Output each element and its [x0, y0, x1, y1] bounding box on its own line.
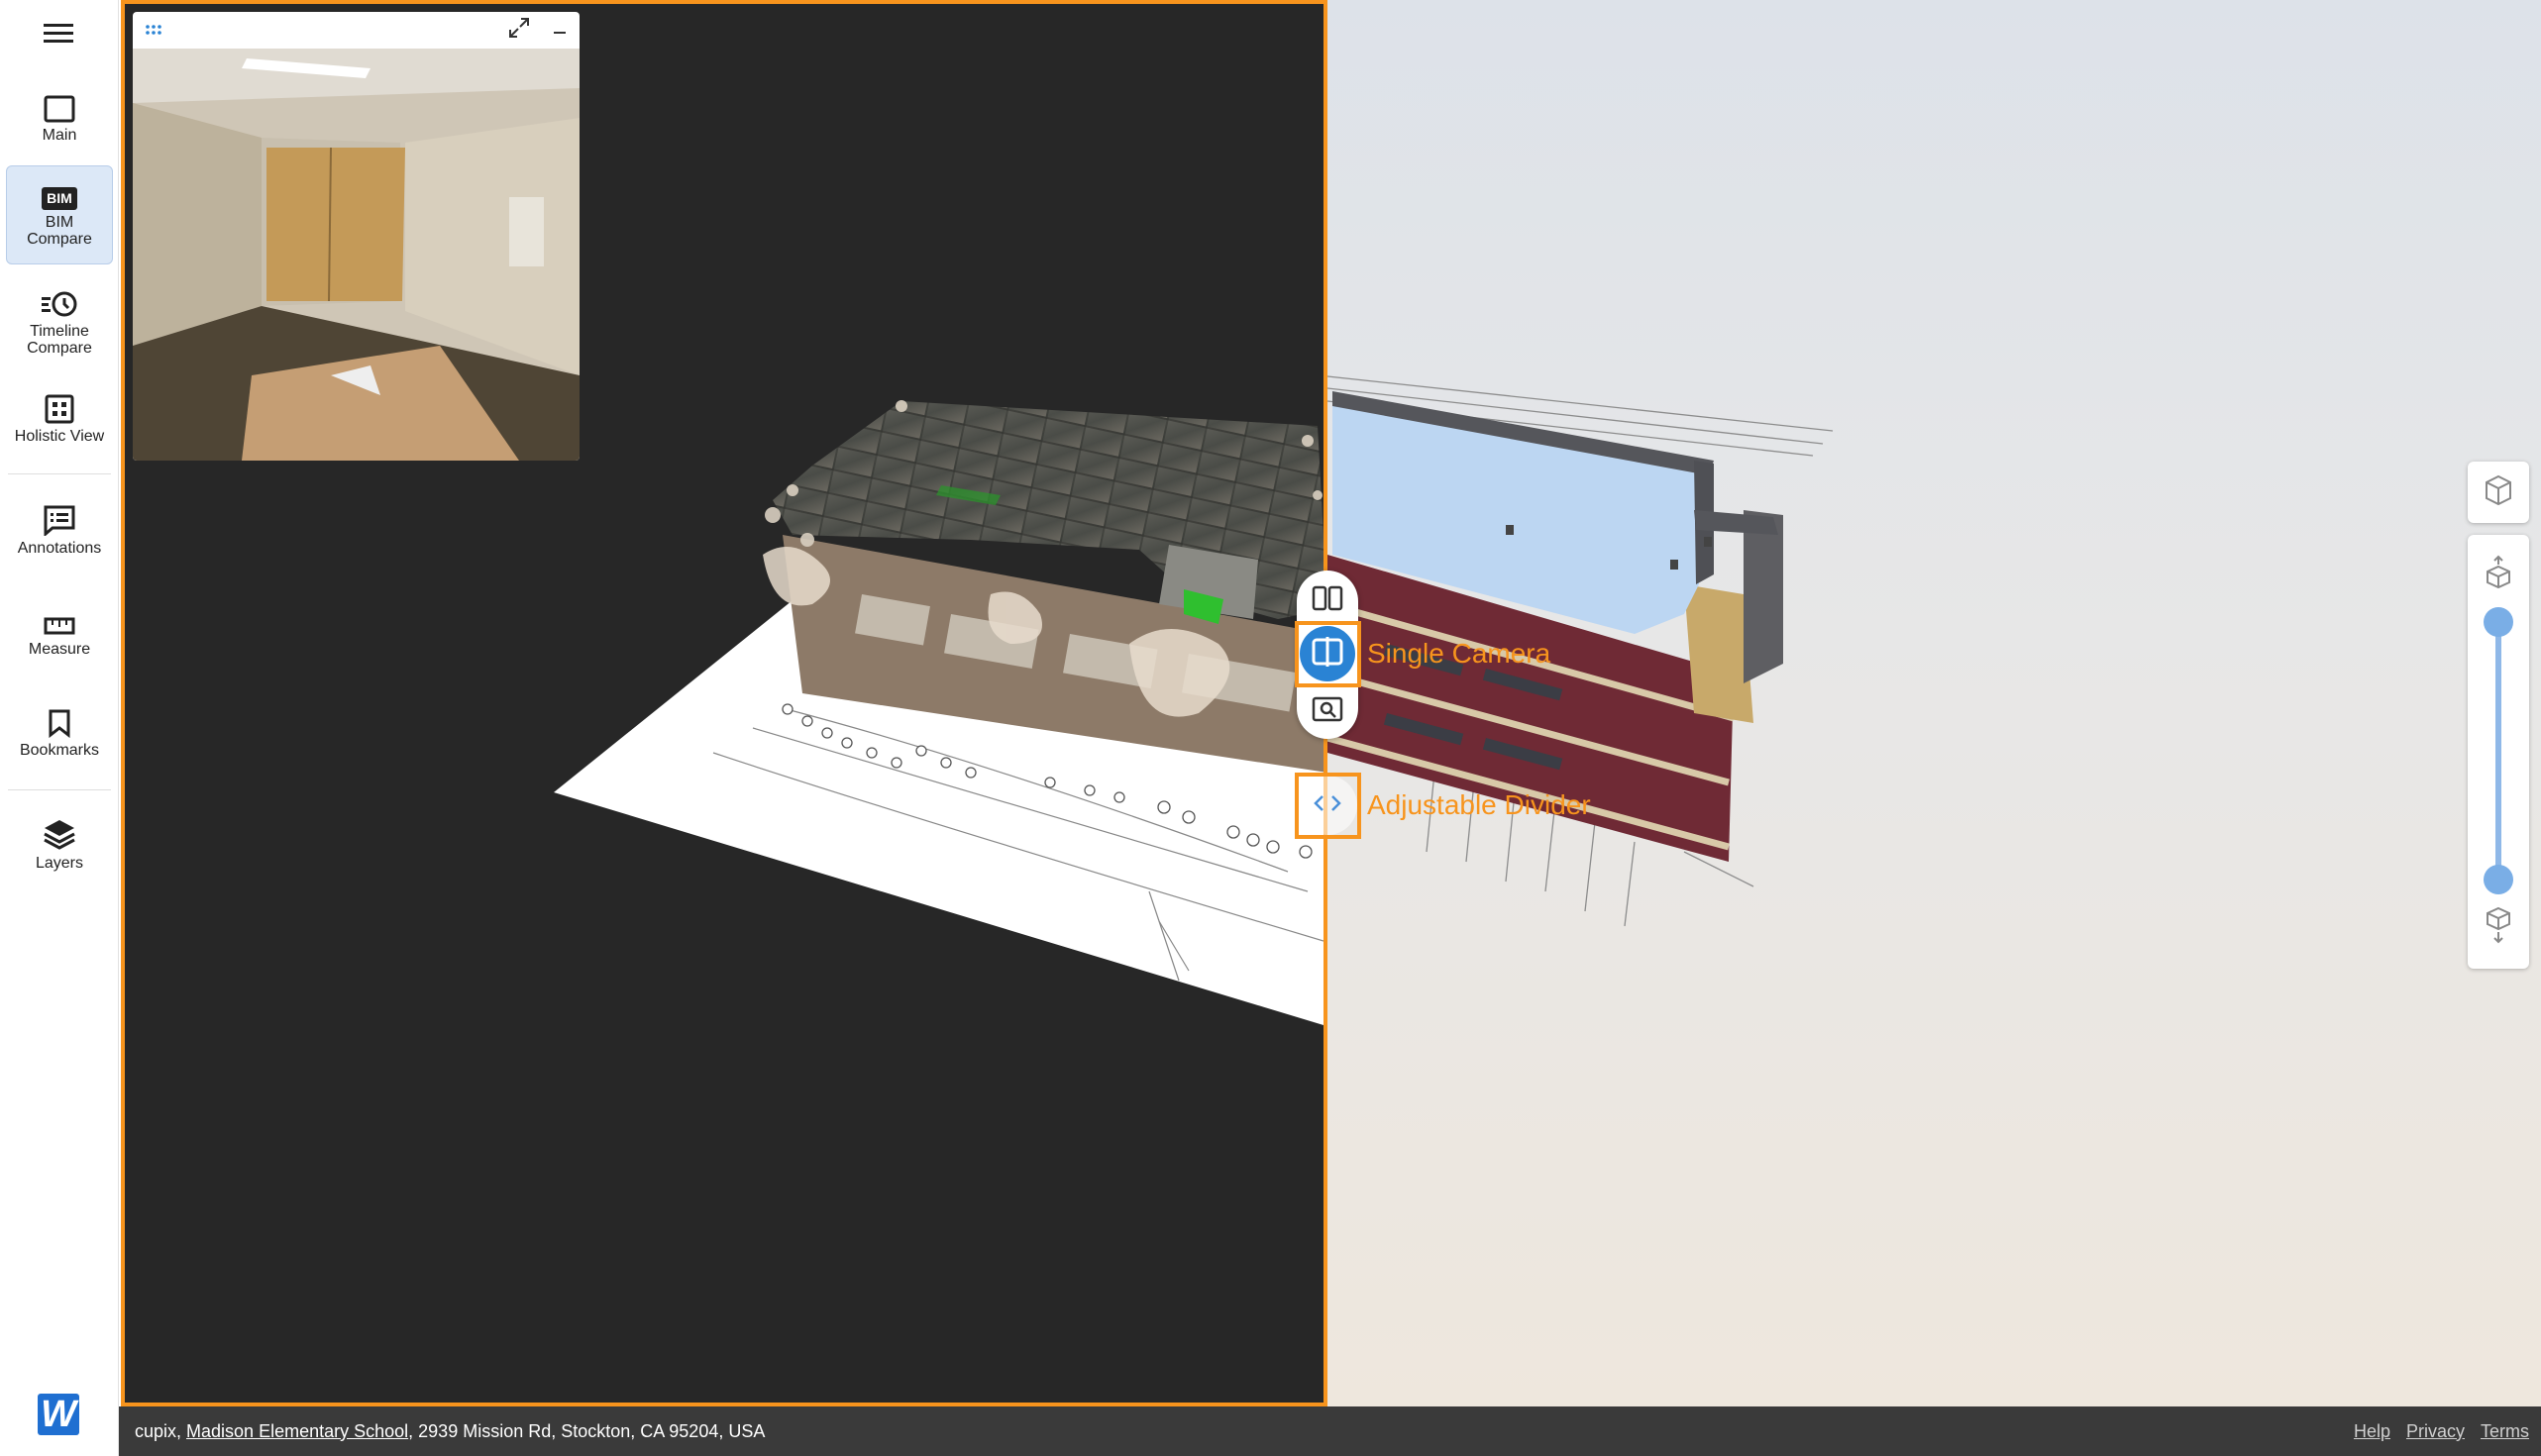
- point-cloud-viewer[interactable]: [121, 0, 1327, 1406]
- bim-icon: BIM: [42, 180, 77, 210]
- mini-360-viewer[interactable]: [133, 12, 580, 461]
- project-link[interactable]: Madison Elementary School: [186, 1421, 408, 1442]
- screenshot-compare-button[interactable]: [1310, 693, 1345, 729]
- app-logo: W: [38, 1394, 79, 1435]
- bim-building-model[interactable]: [1327, 0, 2541, 1406]
- timeline-clock-icon: [42, 281, 77, 319]
- level-slider-bottom-handle[interactable]: [2484, 865, 2513, 894]
- drag-handle-icon[interactable]: [145, 23, 162, 39]
- sidebar-item-label: Timeline Compare: [27, 323, 92, 357]
- sidebar-item-label: Holistic View: [14, 428, 105, 445]
- level-down-icon[interactable]: [2485, 906, 2512, 951]
- annotation-list-icon: [43, 498, 76, 536]
- terms-link[interactable]: Terms: [2481, 1421, 2529, 1442]
- panorama-photo[interactable]: [133, 49, 580, 461]
- help-link[interactable]: Help: [2354, 1421, 2390, 1442]
- sidebar-item-label: Main: [42, 127, 77, 144]
- sidebar-divider: [8, 473, 111, 474]
- level-slider-track[interactable]: [2495, 619, 2501, 883]
- level-slider-panel: [2468, 535, 2529, 969]
- minimize-icon[interactable]: [552, 20, 568, 41]
- layers-icon: [43, 813, 76, 851]
- sidebar-item-timeline-compare[interactable]: Timeline Compare: [6, 281, 113, 363]
- bookmark-icon: [48, 700, 71, 738]
- expand-icon[interactable]: [508, 17, 530, 44]
- ruler-icon: [44, 599, 75, 637]
- level-up-icon[interactable]: [2485, 555, 2512, 593]
- sidebar-item-main[interactable]: Main: [6, 85, 113, 149]
- mini-viewer-header: [133, 12, 580, 49]
- project-address: , 2939 Mission Rd, Stockton, CA 95204, U…: [408, 1420, 766, 1441]
- sidebar-item-label: Bookmarks: [19, 742, 100, 759]
- sidebar: Main BIM BIM Compare Timeline Compare Ho…: [0, 0, 119, 1456]
- bim-model-viewer[interactable]: [1327, 0, 2541, 1406]
- single-camera-callout: Single Camera: [1367, 638, 1551, 669]
- cube-section-icon[interactable]: [2484, 474, 2513, 511]
- single-camera-highlight: [1295, 621, 1361, 687]
- image-search-icon: [1312, 696, 1343, 727]
- status-bar: cupix, Madison Elementary School , 2939 …: [119, 1406, 2541, 1456]
- privacy-link[interactable]: Privacy: [2406, 1421, 2465, 1442]
- sidebar-item-layers[interactable]: Layers: [6, 813, 113, 879]
- company-name: cupix,: [135, 1420, 187, 1441]
- square-icon: [44, 85, 75, 123]
- sidebar-divider: [8, 789, 111, 790]
- split-view-icon: [1312, 585, 1343, 616]
- split-view-button[interactable]: [1310, 582, 1345, 618]
- menu-icon[interactable]: [44, 22, 73, 44]
- sidebar-item-label: Annotations: [17, 540, 102, 557]
- model-view-toggle[interactable]: [2468, 462, 2529, 523]
- footer-links: Help Privacy Terms: [2354, 1406, 2529, 1456]
- grid-icon: [45, 386, 74, 424]
- sidebar-item-measure[interactable]: Measure: [6, 599, 113, 665]
- adjustable-divider-highlight: [1295, 773, 1361, 839]
- sidebar-item-label: BIM Compare: [27, 214, 92, 248]
- sidebar-item-label: Measure: [28, 641, 91, 658]
- sidebar-item-annotations[interactable]: Annotations: [6, 498, 113, 564]
- adjustable-divider-callout: Adjustable Divider: [1367, 789, 1591, 820]
- sidebar-item-bim-compare[interactable]: BIM BIM Compare: [6, 165, 113, 264]
- level-slider-top-handle[interactable]: [2484, 607, 2513, 637]
- sidebar-item-label: Layers: [35, 855, 84, 872]
- sidebar-item-bookmarks[interactable]: Bookmarks: [6, 700, 113, 766]
- bim-wall-panel: [1684, 584, 1753, 723]
- sidebar-item-holistic-view[interactable]: Holistic View: [6, 386, 113, 452]
